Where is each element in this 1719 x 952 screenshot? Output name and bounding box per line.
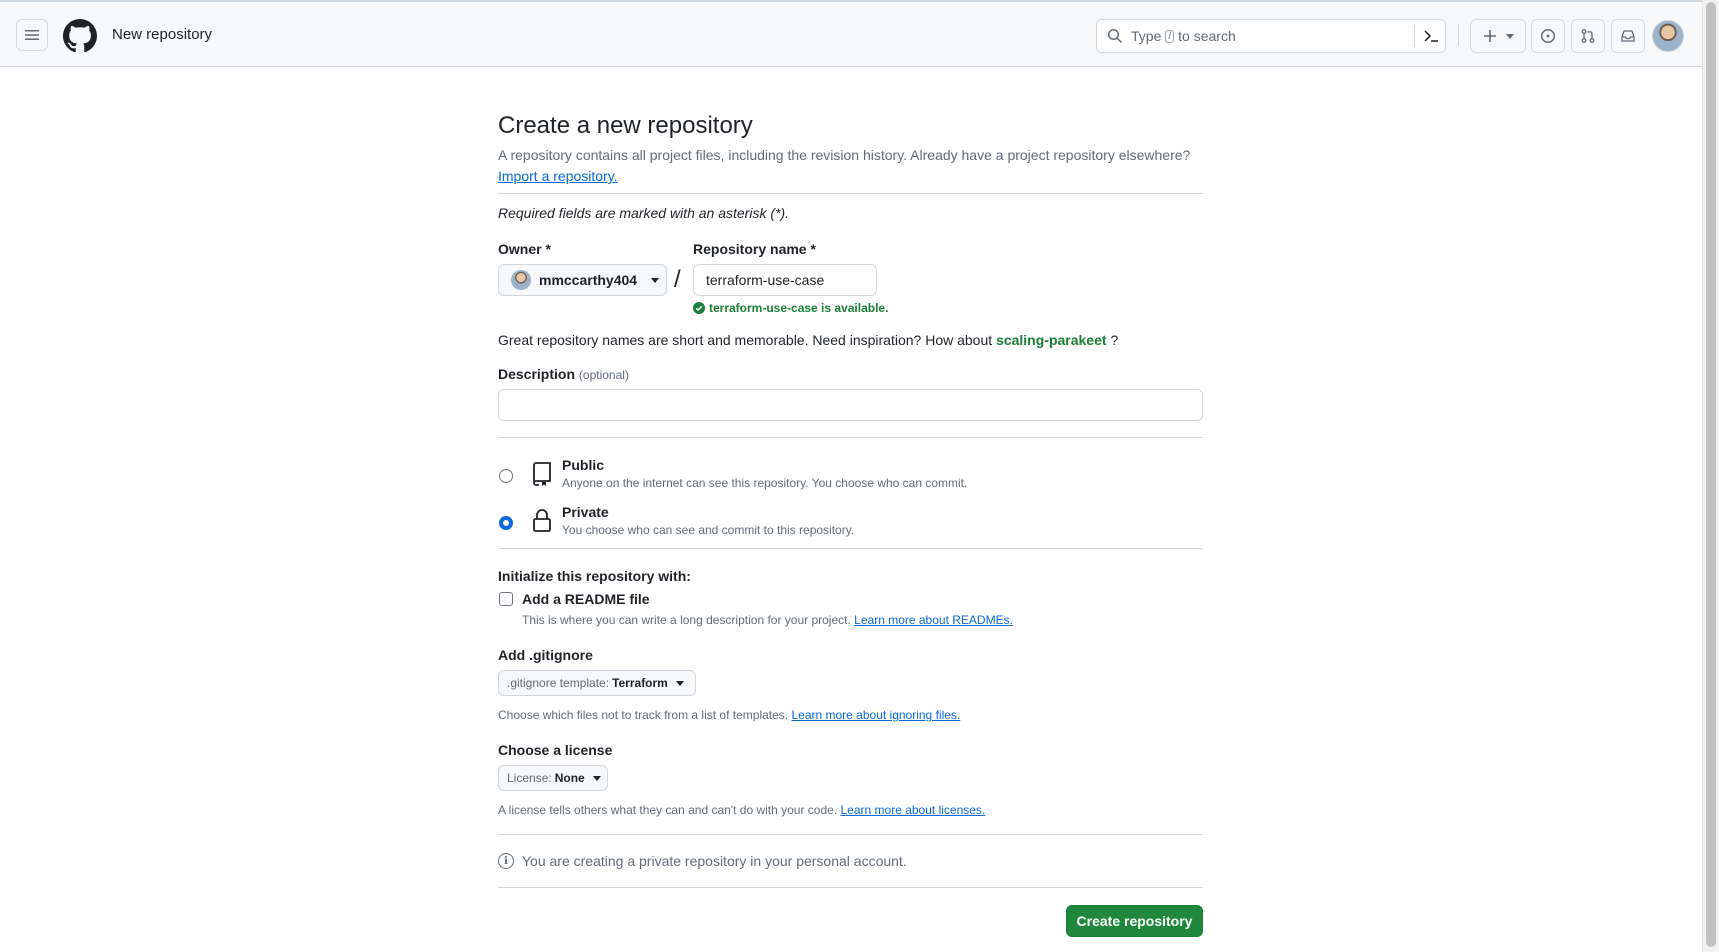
- owner-select[interactable]: mmccarthy404: [498, 264, 667, 296]
- plus-icon: [1484, 30, 1496, 42]
- divider: [498, 548, 1203, 549]
- info-message-text: You are creating a private repository in…: [522, 853, 907, 869]
- required-fields-note: Required fields are marked with an aster…: [498, 205, 790, 221]
- gitignore-template-select[interactable]: .gitignore template: Terraform: [498, 670, 696, 696]
- suggestion-suffix: ?: [1110, 332, 1119, 348]
- search-shortcut-key: /: [1165, 29, 1175, 43]
- repo-icon: [533, 462, 551, 486]
- search-input[interactable]: Type / to search: [1096, 19, 1446, 53]
- visibility-option-private[interactable]: Private You choose who can see and commi…: [498, 504, 1203, 544]
- subtitle-text: A repository contains all project files,…: [498, 147, 1191, 163]
- vertical-scrollbar[interactable]: [1702, 0, 1719, 952]
- chevron-down-icon: [651, 277, 660, 283]
- add-readme-label[interactable]: Add a README file: [522, 591, 650, 607]
- create-new-button[interactable]: [1470, 19, 1526, 53]
- user-avatar[interactable]: [1652, 20, 1684, 52]
- repository-name-input[interactable]: [693, 264, 877, 296]
- gitignore-select-prefix: .gitignore template:: [507, 676, 610, 690]
- license-label: Choose a license: [498, 742, 613, 758]
- availability-message: terraform-use-case is available.: [693, 301, 888, 315]
- description-label-text: Description: [498, 366, 576, 382]
- search-placeholder-prefix: Type: [1131, 28, 1162, 44]
- repository-name-label: Repository name *: [693, 241, 816, 257]
- github-logo-icon[interactable]: [63, 19, 97, 53]
- scrollbar-thumb[interactable]: [1706, 2, 1716, 947]
- readme-description-text: This is where you can write a long descr…: [522, 613, 851, 627]
- gitignore-note-text: Choose which files not to track from a l…: [498, 708, 789, 722]
- command-palette-icon[interactable]: [1423, 28, 1439, 44]
- hamburger-icon: [25, 30, 39, 40]
- availability-text: terraform-use-case is available.: [709, 301, 889, 315]
- global-header: New repository Type / to search: [0, 0, 1702, 67]
- pull-requests-button[interactable]: [1571, 19, 1605, 53]
- divider: [498, 887, 1203, 888]
- check-circle-icon: [693, 302, 705, 314]
- public-radio[interactable]: [499, 469, 513, 483]
- suggested-name-button[interactable]: scaling-parakeet: [996, 332, 1107, 348]
- page-context-title[interactable]: New repository: [112, 26, 212, 43]
- page-subtitle: A repository contains all project files,…: [498, 145, 1203, 187]
- search-icon: [1107, 28, 1123, 44]
- inbox-icon: [1621, 30, 1635, 42]
- public-title: Public: [562, 457, 605, 473]
- add-readme-checkbox[interactable]: [499, 592, 513, 606]
- search-placeholder-suffix: to search: [1178, 28, 1236, 44]
- license-learn-more-link[interactable]: Learn more about licenses.: [841, 803, 986, 817]
- owner-avatar: [511, 270, 531, 290]
- gitignore-label: Add .gitignore: [498, 647, 593, 663]
- header-divider: [1458, 24, 1459, 46]
- divider: [498, 193, 1203, 194]
- owner-value: mmccarthy404: [539, 272, 638, 288]
- create-repository-button[interactable]: Create repository: [1066, 905, 1203, 937]
- gitignore-note: Choose which files not to track from a l…: [498, 708, 960, 722]
- license-select-value: None: [554, 771, 585, 785]
- optional-hint: (optional): [578, 368, 629, 382]
- divider: [498, 834, 1203, 835]
- private-title: Private: [562, 504, 609, 520]
- divider: [498, 437, 1203, 438]
- private-description: You choose who can see and commit to thi…: [562, 523, 855, 537]
- suggestion-prefix: Great repository names are short and mem…: [498, 332, 993, 348]
- visibility-option-public[interactable]: Public Anyone on the internet can see th…: [498, 457, 1203, 497]
- import-repository-link[interactable]: Import a repository.: [498, 168, 618, 184]
- license-select[interactable]: License: None: [498, 765, 608, 791]
- owner-label: Owner *: [498, 241, 551, 257]
- search-divider: [1414, 25, 1415, 47]
- gitignore-learn-more-link[interactable]: Learn more about ignoring files.: [791, 708, 960, 722]
- owner-repo-separator: /: [674, 266, 681, 293]
- menu-button[interactable]: [16, 19, 48, 51]
- private-radio[interactable]: [499, 516, 513, 530]
- chevron-down-icon: [675, 680, 684, 686]
- public-description: Anyone on the internet can see this repo…: [562, 476, 968, 490]
- issue-opened-icon: [1540, 28, 1556, 44]
- readme-learn-more-link[interactable]: Learn more about READMEs.: [854, 613, 1013, 627]
- chevron-down-icon: [1506, 33, 1514, 39]
- license-note: A license tells others what they can and…: [498, 803, 985, 817]
- description-label: Description (optional): [498, 366, 629, 382]
- info-icon: i: [498, 853, 514, 869]
- gitignore-select-value: Terraform: [612, 676, 668, 690]
- name-suggestion: Great repository names are short and mem…: [498, 332, 1118, 348]
- app-window: New repository Type / to search Create a…: [0, 0, 1719, 952]
- lock-icon: [533, 509, 551, 532]
- issues-button[interactable]: [1531, 19, 1565, 53]
- pull-request-icon: [1581, 29, 1595, 43]
- readme-description: This is where you can write a long descr…: [522, 613, 1013, 627]
- description-input[interactable]: [498, 389, 1203, 421]
- initialize-title: Initialize this repository with:: [498, 568, 691, 584]
- license-select-prefix: License:: [507, 771, 552, 785]
- inbox-button[interactable]: [1611, 19, 1645, 53]
- info-message: i You are creating a private repository …: [498, 853, 907, 869]
- chevron-down-icon: [592, 775, 601, 781]
- page-title: Create a new repository: [498, 112, 753, 139]
- license-note-text: A license tells others what they can and…: [498, 803, 838, 817]
